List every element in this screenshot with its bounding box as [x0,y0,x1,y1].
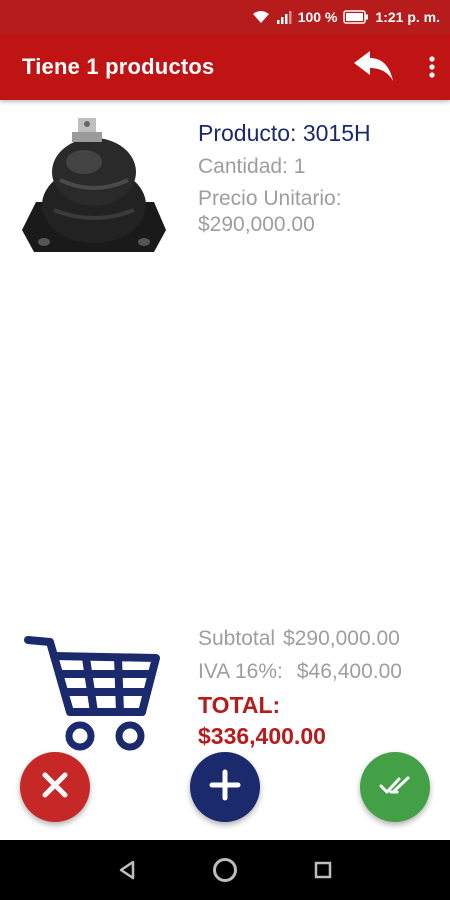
close-icon [40,770,70,805]
more-vert-icon[interactable] [428,55,436,79]
total-value: $336,400.00 [198,723,326,749]
plus-icon [209,769,241,806]
double-check-icon [379,774,411,801]
confirm-order-button[interactable] [360,752,430,822]
total-label: TOTAL: [198,692,281,718]
cart-list-item[interactable]: Producto: 3015H Cantidad: 1 Precio Unita… [14,110,434,260]
battery-icon [343,10,369,24]
nav-recents-icon[interactable] [314,861,332,879]
unit-price: $290,000.00 [198,213,315,236]
battery-percent: 100 % [297,9,338,25]
app-bar: Tiene 1 productos [0,34,450,100]
unit-price-label: Precio Unitario: [198,187,342,210]
iva-row: IVA 16%: $46,400.00 [198,655,438,688]
system-nav-bar [0,840,450,900]
iva-label: IVA 16%: [198,660,283,683]
nav-home-icon[interactable] [212,857,238,883]
signal-icon [276,10,292,24]
order-summary: Subtotal $290,000.00 IVA 16%: $46,400.00 T… [198,622,438,752]
reply-arrow-icon[interactable] [352,50,396,84]
cancel-order-button[interactable] [20,752,90,822]
page-title: Tiene 1 productos [22,54,215,79]
product-image [14,110,174,260]
wifi-icon [252,10,270,24]
subtotal-value: $290,000.00 [283,627,400,650]
subtotal-label: Subtotal [198,627,276,650]
clock: 1:21 p. m. [375,9,440,25]
product-name: Producto: 3015H [198,120,371,146]
nav-back-icon[interactable] [118,860,136,880]
product-quantity: Cantidad: 1 [198,155,306,178]
add-product-button[interactable] [190,752,260,822]
shopping-cart-icon [24,628,164,753]
subtotal-row: Subtotal $290,000.00 [198,622,438,655]
status-bar: 100 % 1:21 p. m. [0,0,450,34]
iva-value: $46,400.00 [296,660,402,683]
